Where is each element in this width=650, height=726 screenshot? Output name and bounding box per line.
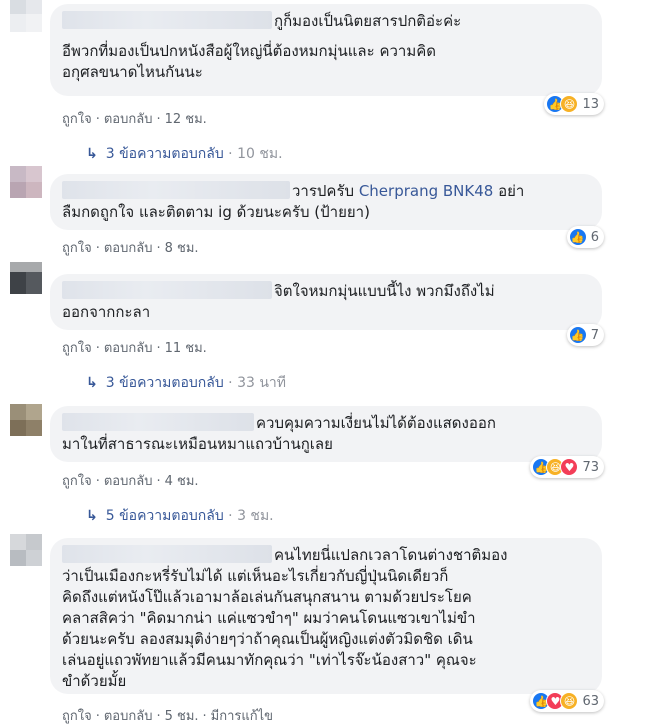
- comment-text: กูก็มองเป็นนิตยสารปกติอ่ะค่ะ: [274, 12, 462, 30]
- author-name[interactable]: [62, 11, 272, 29]
- view-replies[interactable]: ↳ 3 ข้อความตอบกลับ · 10 ชม.: [86, 143, 283, 165]
- comment-time[interactable]: 12 ชม.: [165, 112, 207, 127]
- avatar[interactable]: [10, 0, 42, 32]
- comment-text: ด้วยนะครับ ลองสมมุติง่ายๆว่าถ้าคุณเป็นผู…: [62, 630, 473, 648]
- replies-time: 10 ชม.: [237, 146, 283, 162]
- comment-time[interactable]: 4 ชม.: [165, 474, 199, 489]
- comment-actions: ถูกใจ · ตอบกลับ · 11 ชม.: [62, 341, 207, 356]
- comment-text: ว่าเป็นเมืองกะหรี่รับไม่ได้ แต่เห็นอะไรเ…: [62, 567, 449, 585]
- comment-text: อกุศลขนาดไหนกันนะ: [62, 63, 203, 81]
- reaction-summary[interactable]: 👍 ♥ 😆 63: [530, 690, 604, 712]
- love-reaction-icon: ♥: [560, 458, 579, 476]
- comment-text: ลืมกดถูกใจ และติดตาม ig ด้วยนะครับ (ป้าย…: [62, 203, 370, 221]
- view-replies[interactable]: ↳ 3 ข้อความตอบกลับ · 33 นาที: [86, 372, 286, 394]
- comment-bubble: วารปครับ Cherprang BNK48 อย่า ลืมกดถูกใจ…: [50, 174, 602, 230]
- reply-link[interactable]: ตอบกลับ: [104, 241, 153, 256]
- reply-arrow-icon: ↳: [86, 146, 98, 162]
- comment-actions: ถูกใจ · ตอบกลับ · 8 ชม.: [62, 241, 199, 256]
- author-name[interactable]: [62, 545, 272, 563]
- comment-text: วารปครับ: [292, 182, 359, 200]
- avatar[interactable]: [10, 262, 42, 294]
- comment-time[interactable]: 5 ชม.: [165, 709, 199, 724]
- like-link[interactable]: ถูกใจ: [62, 241, 92, 256]
- comment-text: อีพวกที่มองเป็นปกหนังสือผู้ใหญ่นี่ต้องหม…: [62, 42, 436, 60]
- comment-time[interactable]: 8 ชม.: [165, 241, 199, 256]
- reply-arrow-icon: ↳: [86, 375, 98, 391]
- haha-reaction-icon: 😆: [560, 692, 579, 710]
- reaction-summary[interactable]: 👍 😆 13: [544, 93, 604, 115]
- comment-text: เล่นอยู่แถวพัทยาแล้วมีคนมาทักคุณว่า "เท่…: [62, 651, 477, 669]
- comment-text: มาในที่สาธารณะเหมือนหมาแถวบ้านกูเลย: [62, 435, 333, 453]
- comment-bubble: ควบคุมความเงี่ยนไม่ได้ต้องแสดงออก มาในที…: [50, 406, 602, 462]
- comment-actions: ถูกใจ · ตอบกลับ · 5 ชม. · มีการแก้ไข: [62, 709, 274, 724]
- comment-text: อย่า: [493, 182, 525, 200]
- view-replies[interactable]: ↳ 5 ข้อความตอบกลับ · 3 ชม.: [86, 505, 274, 527]
- reaction-summary[interactable]: 👍 7: [566, 324, 604, 346]
- replies-time: 33 นาที: [237, 375, 287, 391]
- like-link[interactable]: ถูกใจ: [62, 112, 92, 127]
- reply-link[interactable]: ตอบกลับ: [104, 112, 153, 127]
- avatar[interactable]: [10, 166, 42, 198]
- edited-label[interactable]: มีการแก้ไข: [211, 709, 273, 724]
- replies-count[interactable]: 3 ข้อความตอบกลับ: [106, 146, 224, 162]
- avatar[interactable]: [10, 534, 42, 566]
- author-name[interactable]: [62, 281, 272, 299]
- like-link[interactable]: ถูกใจ: [62, 341, 92, 356]
- comment-text: คลาสสิคว่า "คิดมากน่า แค่แซวขำๆ" ผมว่าคน…: [62, 609, 476, 627]
- mention-link[interactable]: Cherprang BNK48: [359, 182, 494, 200]
- reaction-count: 6: [590, 229, 599, 245]
- reply-arrow-icon: ↳: [86, 508, 98, 524]
- like-reaction-icon: 👍: [568, 326, 587, 344]
- comment-time[interactable]: 11 ชม.: [165, 341, 207, 356]
- comment-text: คนไทยนี่แปลกเวลาโดนต่างชาติมอง: [274, 546, 508, 564]
- author-name[interactable]: [62, 413, 254, 431]
- reply-link[interactable]: ตอบกลับ: [104, 341, 153, 356]
- replies-time: 3 ชม.: [237, 508, 274, 524]
- comment-text: จิตใจหมกมุ่นแบบนี้ไง พวกมึงถึงไม่: [274, 282, 495, 300]
- replies-count[interactable]: 3 ข้อความตอบกลับ: [106, 375, 224, 391]
- reaction-count: 7: [590, 327, 599, 343]
- reply-link[interactable]: ตอบกลับ: [104, 709, 153, 724]
- like-link[interactable]: ถูกใจ: [62, 474, 92, 489]
- haha-reaction-icon: 😆: [560, 95, 579, 113]
- comment-bubble: กูก็มองเป็นนิตยสารปกติอ่ะค่ะ อีพวกที่มอง…: [50, 4, 602, 96]
- comment-text: ออกจากกะลา: [62, 303, 151, 321]
- reaction-count: 73: [582, 459, 599, 475]
- comment-bubble: จิตใจหมกมุ่นแบบนี้ไง พวกมึงถึงไม่ ออกจาก…: [50, 274, 602, 330]
- comment-text: ควบคุมความเงี่ยนไม่ได้ต้องแสดงออก: [256, 414, 496, 432]
- avatar[interactable]: [10, 404, 42, 436]
- reaction-count: 63: [582, 693, 599, 709]
- comment-text: คิดถึงแต่หนังโป๊แล้วเอามาล้อเล่นกันสนุกส…: [62, 588, 472, 606]
- like-link[interactable]: ถูกใจ: [62, 709, 92, 724]
- comment-actions: ถูกใจ · ตอบกลับ · 4 ชม.: [62, 474, 199, 489]
- reply-link[interactable]: ตอบกลับ: [104, 474, 153, 489]
- like-reaction-icon: 👍: [568, 228, 587, 246]
- comment-bubble: คนไทยนี่แปลกเวลาโดนต่างชาติมอง ว่าเป็นเม…: [50, 538, 602, 694]
- comment-actions: ถูกใจ · ตอบกลับ · 12 ชม.: [62, 112, 207, 127]
- reaction-summary[interactable]: 👍 😆 ♥ 73: [530, 456, 604, 478]
- replies-count[interactable]: 5 ข้อความตอบกลับ: [106, 508, 224, 524]
- reaction-summary[interactable]: 👍 6: [566, 226, 604, 248]
- author-name[interactable]: [62, 181, 290, 199]
- comment-text: ขำด้วยมั้ย: [62, 672, 127, 690]
- reaction-count: 13: [582, 96, 599, 112]
